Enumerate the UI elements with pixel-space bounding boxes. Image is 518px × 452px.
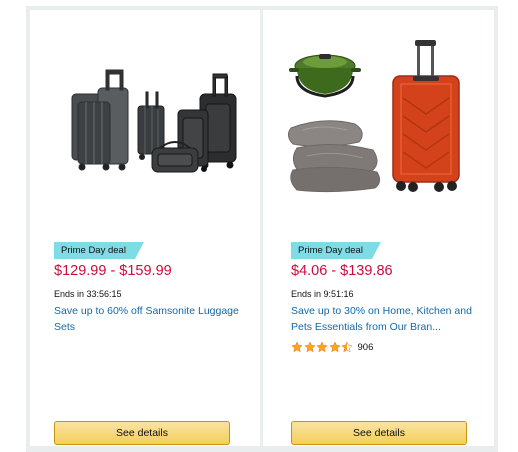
deal-price: $4.06 - $139.86 <box>291 263 393 279</box>
deal-price: $129.99 - $159.99 <box>54 263 172 279</box>
deal-title-link[interactable]: Save up to 60% off Samsonite Luggage Set… <box>54 303 244 335</box>
prime-day-deal-badge: Prime Day deal <box>291 242 381 259</box>
star-full-icon <box>303 341 316 353</box>
star-full-icon <box>316 341 328 353</box>
deal-image-home-kitchen-essentials[interactable] <box>263 10 494 225</box>
rating-count: 906 <box>357 341 374 353</box>
deal-card[interactable]: Prime Day deal $4.06 - $139.86 Ends in 9… <box>263 10 494 446</box>
stars-icon <box>291 341 354 353</box>
deal-card[interactable]: Prime Day deal $129.99 - $159.99 Ends in… <box>30 10 260 446</box>
deal-title-link[interactable]: Save up to 30% on Home, Kitchen and Pets… <box>291 303 481 335</box>
star-rating[interactable]: 906 <box>291 341 373 353</box>
star-full-icon <box>291 341 303 353</box>
deal-countdown: Ends in 9:51:16 <box>291 289 354 299</box>
deal-countdown: Ends in 33:56:15 <box>54 289 122 299</box>
see-details-button[interactable]: See details <box>291 421 467 445</box>
deal-image-samsonite-luggage[interactable] <box>30 10 260 225</box>
star-half-icon <box>341 341 353 353</box>
prime-day-deal-badge: Prime Day deal <box>54 242 144 259</box>
star-full-icon <box>328 341 341 353</box>
see-details-button[interactable]: See details <box>54 421 230 445</box>
